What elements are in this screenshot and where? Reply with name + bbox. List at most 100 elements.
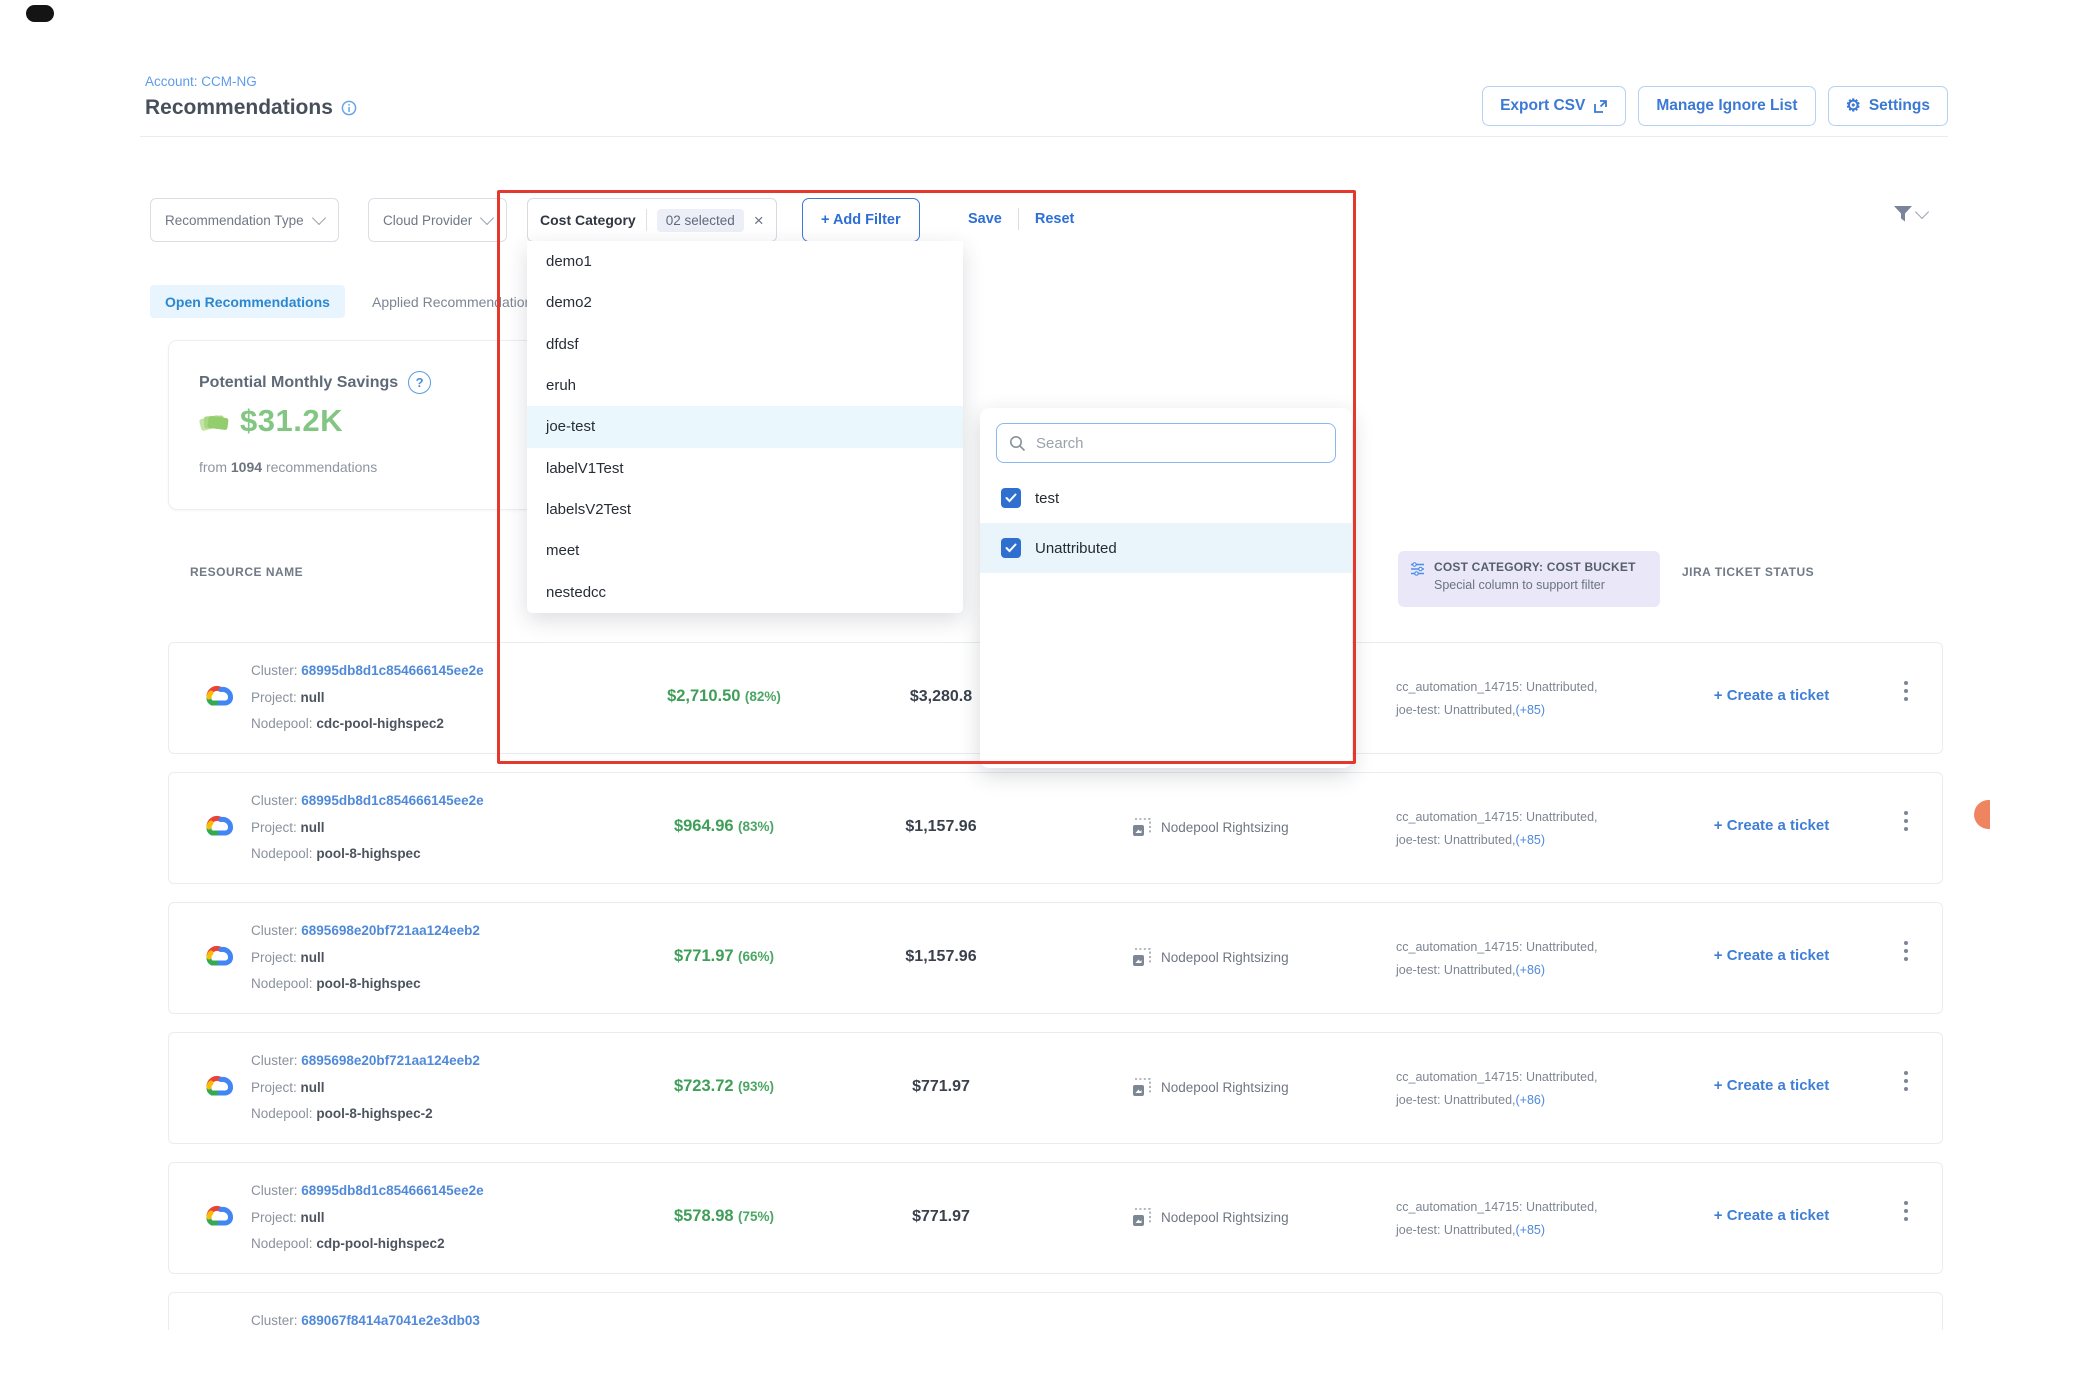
row-menu-icon[interactable] [1904, 681, 1908, 701]
cluster-link[interactable]: 68995db8d1c854666145ee2e [301, 1183, 483, 1198]
close-icon[interactable]: × [754, 212, 764, 229]
row-menu-icon[interactable] [1904, 1071, 1908, 1091]
bucket-option-unattributed[interactable]: Unattributed [980, 523, 1352, 573]
row-menu-icon[interactable] [1904, 941, 1908, 961]
monthly-savings-value: $578.98 (75%) [609, 1207, 839, 1226]
gcp-cloud-icon [201, 941, 237, 968]
cost-bucket-popup: Search test Unattributed [980, 408, 1352, 768]
create-ticket-button[interactable]: + Create a ticket [1664, 817, 1879, 834]
monthly-savings-value: $2,710.50 (82%) [609, 687, 839, 706]
tab-open-recommendations[interactable]: Open Recommendations [150, 285, 345, 318]
dropdown-item[interactable]: joe-test [527, 406, 963, 447]
settings-button[interactable]: ⚙ Settings [1828, 86, 1948, 126]
cost-category-cell: cc_automation_14715: Unattributed, joe-t… [1396, 676, 1598, 722]
savings-subtitle: from 1094 recommendations [199, 459, 377, 475]
search-icon [1009, 435, 1026, 452]
monthly-savings-value: $723.72 (93%) [609, 1077, 839, 1096]
nodepool-rightsizing-icon [1131, 947, 1152, 968]
recommendation-type-cell: Nodepool Rightsizing [1131, 947, 1289, 968]
save-filter-link[interactable]: Save [968, 211, 1002, 227]
filter-panel-toggle[interactable] [1893, 205, 1927, 223]
export-csv-button[interactable]: Export CSV [1482, 86, 1626, 126]
checkbox-checked-icon[interactable] [1001, 538, 1021, 558]
column-header-jira-status[interactable]: JIRA TICKET STATUS [1682, 565, 1814, 579]
selected-count-badge: 02 selected [657, 209, 744, 232]
cost-category-filter[interactable]: Cost Category 02 selected × [527, 198, 777, 242]
nodepool-rightsizing-icon [1131, 817, 1152, 838]
row-menu-icon[interactable] [1904, 811, 1908, 831]
chevron-down-icon [312, 211, 326, 225]
more-buckets-link[interactable]: (+86) [1516, 963, 1546, 977]
column-header-resource-name[interactable]: RESOURCE NAME [190, 565, 303, 579]
dropdown-item[interactable]: dfdsf [527, 324, 963, 365]
table-row[interactable]: Cluster: 689067f8414a7041e2e3db03 Projec… [168, 1292, 1943, 1330]
monthly-cost-value: $771.97 [841, 1078, 1041, 1096]
column-header-cost-category[interactable]: COST CATEGORY: COST BUCKET Special colum… [1398, 551, 1660, 607]
recommendations-page: Account: CCM-NG Recommendations Export C… [0, 0, 2094, 1392]
dropdown-item[interactable]: meet [527, 530, 963, 571]
gcp-cloud-icon [201, 811, 237, 838]
table-row[interactable]: Cluster: 68995db8d1c854666145ee2e Projec… [168, 1162, 1943, 1274]
monthly-savings-value: $964.96 (83%) [609, 817, 839, 836]
add-filter-button[interactable]: + Add Filter [802, 198, 920, 242]
manage-ignore-list-button[interactable]: Manage Ignore List [1638, 86, 1815, 126]
dropdown-item[interactable]: demo1 [527, 241, 963, 282]
external-link-icon [1593, 99, 1608, 114]
recommendation-type-filter[interactable]: Recommendation Type [150, 198, 339, 242]
monthly-cost-value: $1,157.96 [841, 948, 1041, 966]
more-buckets-link[interactable]: (+85) [1516, 1223, 1546, 1237]
dropdown-item[interactable]: demo2 [527, 282, 963, 323]
help-icon[interactable]: ? [408, 371, 431, 394]
nodepool-rightsizing-icon [1131, 1207, 1152, 1228]
savings-amount: $31.2K [240, 403, 343, 439]
funnel-icon [1893, 205, 1913, 223]
table-row[interactable]: Cluster: 6895698e20bf721aa124eeb2 Projec… [168, 1032, 1943, 1144]
gcp-cloud-icon [201, 1201, 237, 1228]
cost-category-cell: cc_automation_14715: Unattributed, joe-t… [1396, 1196, 1598, 1242]
monthly-savings-value: $771.97 (66%) [609, 947, 839, 966]
cluster-link[interactable]: 6895698e20bf721aa124eeb2 [301, 923, 480, 938]
cost-category-cell: cc_automation_14715: Unattributed, joe-t… [1396, 1066, 1598, 1112]
cluster-link[interactable]: 68995db8d1c854666145ee2e [301, 793, 483, 808]
dropdown-item[interactable]: labelsV2Test [527, 489, 963, 530]
tab-applied-recommendations[interactable]: Applied Recommendations [372, 285, 539, 318]
checkbox-checked-icon[interactable] [1001, 488, 1021, 508]
account-breadcrumb[interactable]: Account: CCM-NG [145, 74, 257, 89]
savings-card-title: Potential Monthly Savings [199, 374, 398, 392]
filter-lines-icon [1410, 562, 1425, 576]
cluster-link[interactable]: 6895698e20bf721aa124eeb2 [301, 1053, 480, 1068]
search-input[interactable]: Search [996, 423, 1336, 463]
table-row[interactable]: Cluster: 6895698e20bf721aa124eeb2 Projec… [168, 902, 1943, 1014]
more-buckets-link[interactable]: (+86) [1516, 1093, 1546, 1107]
cost-category-cell: cc_automation_14715: Unattributed, joe-t… [1396, 936, 1598, 982]
recommendation-type-cell: Nodepool Rightsizing [1131, 817, 1289, 838]
more-buckets-link[interactable]: (+85) [1516, 833, 1546, 847]
monthly-cost-value: $771.97 [841, 1208, 1041, 1226]
screenshot-artifact [26, 5, 54, 22]
row-menu-icon[interactable] [1904, 1201, 1908, 1221]
monthly-cost-value: $1,157.96 [841, 818, 1041, 836]
create-ticket-button[interactable]: + Create a ticket [1664, 1207, 1879, 1224]
gear-icon: ⚙ [1846, 96, 1861, 116]
cost-category-cell: cc_automation_14715: Unattributed, joe-t… [1396, 806, 1598, 852]
page-title: Recommendations [145, 96, 333, 120]
create-ticket-button[interactable]: + Create a ticket [1664, 947, 1879, 964]
dropdown-item[interactable]: eruh [527, 365, 963, 406]
gcp-cloud-icon [201, 1071, 237, 1098]
bucket-option-test[interactable]: test [980, 473, 1352, 523]
cloud-provider-filter[interactable]: Cloud Provider [368, 198, 507, 242]
chevron-down-icon [1915, 205, 1929, 219]
recommendation-type-cell: Nodepool Rightsizing [1131, 1207, 1289, 1228]
cluster-link[interactable]: 68995db8d1c854666145ee2e [301, 663, 483, 678]
more-buckets-link[interactable]: (+85) [1516, 703, 1546, 717]
reset-filter-link[interactable]: Reset [1035, 211, 1075, 227]
cluster-link[interactable]: 689067f8414a7041e2e3db03 [301, 1313, 480, 1328]
create-ticket-button[interactable]: + Create a ticket [1664, 687, 1879, 704]
gcp-cloud-icon [201, 681, 237, 708]
table-row[interactable]: Cluster: 68995db8d1c854666145ee2e Projec… [168, 772, 1943, 884]
dropdown-item[interactable]: nestedcc [527, 572, 963, 613]
dropdown-item[interactable]: labelV1Test [527, 448, 963, 489]
search-placeholder: Search [1036, 435, 1084, 452]
create-ticket-button[interactable]: + Create a ticket [1664, 1077, 1879, 1094]
info-icon[interactable] [341, 100, 357, 116]
